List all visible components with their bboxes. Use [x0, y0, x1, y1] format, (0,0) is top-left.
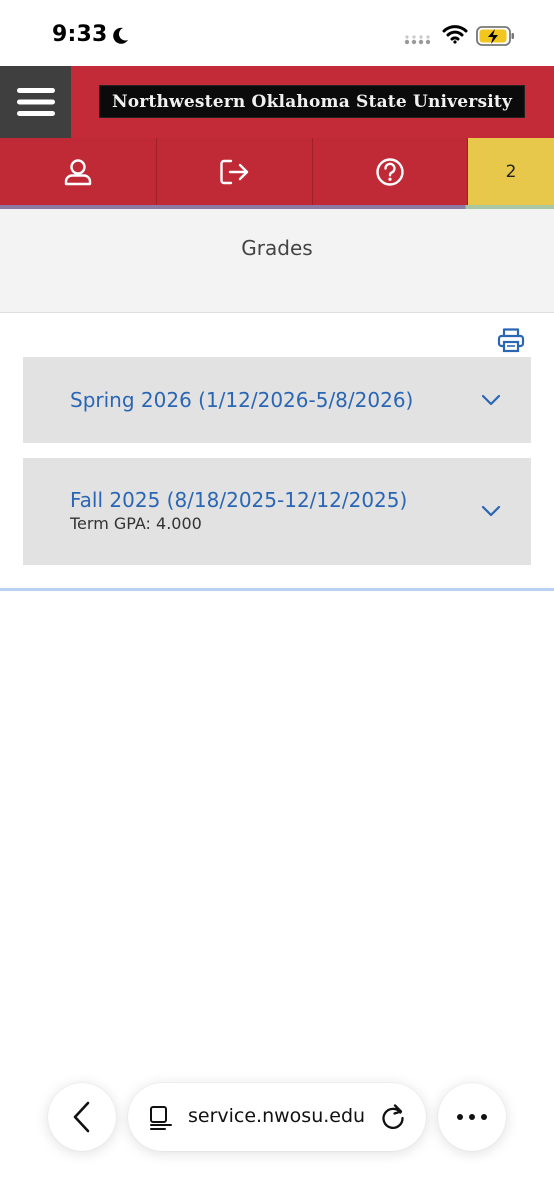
- page-menu-icon[interactable]: [148, 1105, 174, 1131]
- browser-more-button[interactable]: [438, 1083, 506, 1151]
- url-text[interactable]: service.nwosu.edu: [188, 1105, 374, 1127]
- term-title[interactable]: Spring 2026 (1/12/2026-5/8/2026): [70, 388, 413, 412]
- browser-back-button[interactable]: [48, 1083, 116, 1151]
- print-icon[interactable]: [497, 327, 525, 353]
- wifi-icon: [442, 25, 468, 44]
- moon-icon: [113, 27, 128, 44]
- chevron-left-icon: [73, 1101, 90, 1133]
- help-button[interactable]: [313, 138, 468, 205]
- term-accordion-fall-2025[interactable]: Fall 2025 (8/18/2025-12/12/2025) Term GP…: [23, 458, 531, 565]
- help-icon: [376, 157, 404, 186]
- chevron-down-icon[interactable]: [481, 394, 501, 406]
- university-logo[interactable]: Northwestern Oklahoma State University: [99, 85, 525, 118]
- chevron-down-icon[interactable]: [481, 505, 501, 517]
- reload-icon[interactable]: [379, 1103, 407, 1131]
- quick-nav-bar: 2: [0, 138, 554, 205]
- hamburger-icon: [16, 88, 55, 116]
- term-accordion-spring-2026[interactable]: Spring 2026 (1/12/2026-5/8/2026): [23, 357, 531, 443]
- browser-address-bar[interactable]: service.nwosu.edu: [128, 1083, 426, 1151]
- sign-out-icon: [219, 159, 248, 184]
- status-bar: 9:33: [0, 0, 554, 66]
- term-title[interactable]: Fall 2025 (8/18/2025-12/12/2025): [70, 488, 407, 512]
- battery-charging-icon: [476, 26, 514, 46]
- status-time: 9:33: [52, 22, 108, 47]
- sign-out-button[interactable]: [157, 138, 313, 205]
- more-dots-icon: [457, 1114, 487, 1120]
- top-header: Northwestern Oklahoma State University: [0, 66, 554, 138]
- content-divider: [0, 588, 554, 591]
- page-title-band: Grades: [0, 209, 554, 313]
- hamburger-menu-button[interactable]: [0, 66, 71, 138]
- logo-text: Northwestern Oklahoma State University: [111, 91, 513, 112]
- page-title: Grades: [241, 236, 313, 260]
- term-gpa: Term GPA: 4.000: [70, 514, 202, 533]
- user-icon: [64, 158, 92, 185]
- profile-button[interactable]: [0, 138, 157, 205]
- cellular-signal-icon: [404, 35, 431, 45]
- notification-count-button[interactable]: 2: [468, 138, 554, 205]
